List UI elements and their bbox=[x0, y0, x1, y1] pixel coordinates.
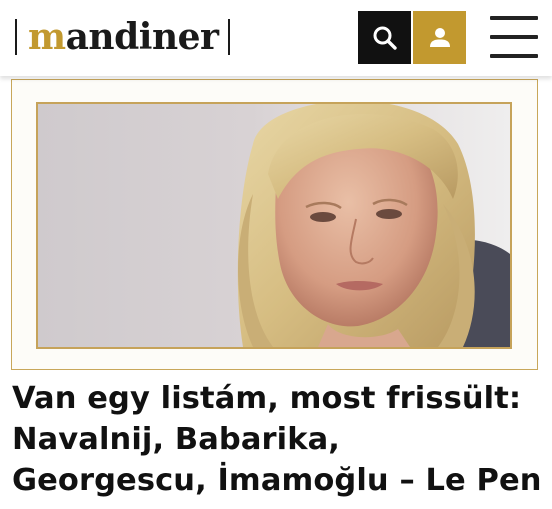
logo-wordmark: mandiner bbox=[28, 14, 219, 60]
user-account-button[interactable] bbox=[413, 11, 466, 64]
search-button[interactable] bbox=[358, 11, 411, 64]
logo-first-letter: m bbox=[28, 16, 66, 58]
site-header: mandiner bbox=[0, 0, 552, 76]
menu-line bbox=[490, 35, 538, 39]
article-photo[interactable] bbox=[36, 102, 512, 349]
user-icon bbox=[429, 27, 450, 47]
logo-rest: andiner bbox=[65, 16, 219, 58]
hamburger-menu-icon[interactable] bbox=[490, 16, 538, 58]
menu-line bbox=[490, 16, 538, 20]
logo-left-bar bbox=[15, 19, 17, 55]
menu-line bbox=[490, 54, 538, 58]
search-icon bbox=[373, 26, 397, 50]
article-headline[interactable]: Van egy listám, most frissült: Navalnij,… bbox=[12, 378, 542, 501]
site-logo[interactable]: mandiner bbox=[15, 14, 230, 60]
logo-right-bar bbox=[227, 19, 230, 55]
portrait-illustration bbox=[237, 104, 510, 347]
